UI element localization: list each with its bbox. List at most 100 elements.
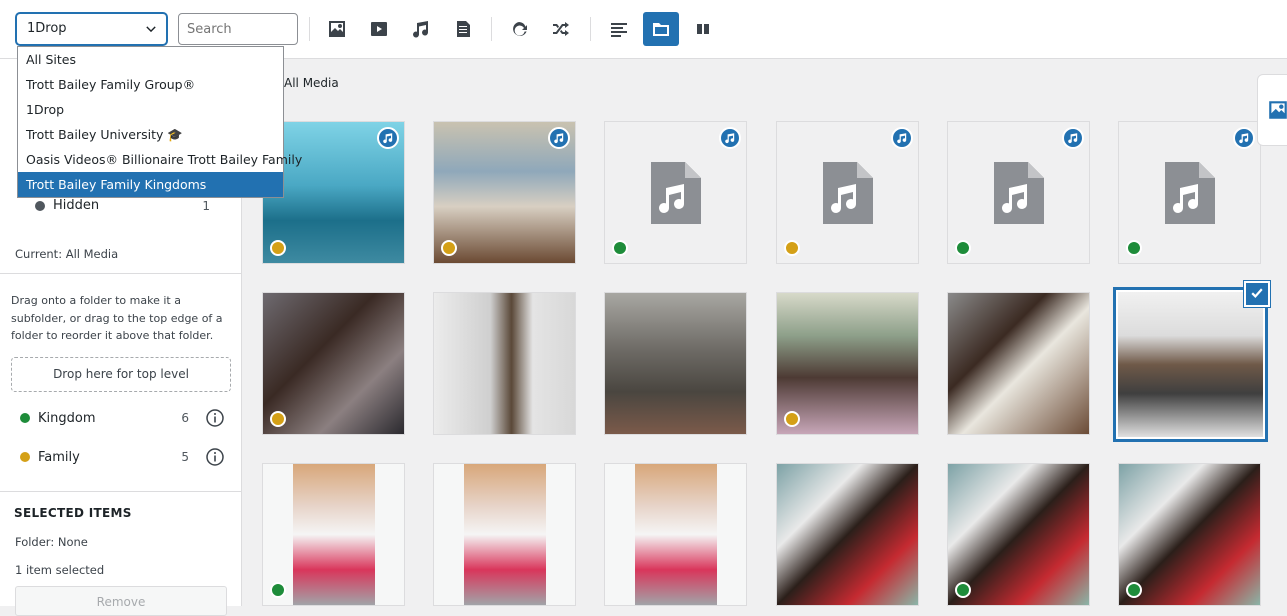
filter-documents-button[interactable] [445,12,481,46]
music-note-icon [377,127,399,149]
refresh-button[interactable] [501,12,537,46]
folder-count: 5 [181,450,189,464]
thumbnail-image [777,293,918,434]
folder-item-family[interactable]: Family 5 [20,445,225,469]
thumbnail-image [777,464,918,605]
status-dot [270,411,286,427]
site-option[interactable]: Trott Bailey Family Group® [18,72,283,97]
music-note-icon [1233,127,1255,149]
site-option[interactable]: Trott Bailey Family Kingdoms [18,172,283,197]
status-dot [270,240,286,256]
document-icon [457,21,470,37]
media-tile-image[interactable] [433,463,576,606]
columns-icon [697,24,709,34]
site-option[interactable]: 1Drop [18,97,283,122]
thumbnail-image [1118,292,1263,437]
media-tile-image[interactable] [1113,287,1268,442]
media-tile-image[interactable] [776,463,919,606]
folder-count: 1 [202,198,210,213]
music-note-icon [719,127,741,149]
toolbar-divider [590,17,591,41]
media-tile-audio[interactable] [1118,121,1261,264]
music-note-icon [413,21,429,38]
media-panel-tab[interactable] [1257,74,1287,146]
image-icon [1269,101,1287,119]
filter-audio-button[interactable] [403,12,439,46]
divider [0,273,241,274]
status-dot [955,240,971,256]
status-dot [784,411,800,427]
site-select[interactable]: 1Drop [16,13,167,45]
thumbnail-image [464,464,546,605]
status-dot [441,240,457,256]
selected-count: 1 item selected [15,563,105,577]
music-note-icon [548,127,570,149]
media-tile-image[interactable] [947,292,1090,435]
site-option[interactable]: All Sites [18,47,283,72]
folder-count: 6 [181,411,189,425]
site-option[interactable]: Trott Bailey University 🎓 [18,122,283,147]
video-icon [371,22,387,36]
info-icon[interactable] [205,447,225,467]
list-view-button[interactable] [601,12,637,46]
media-tile-image[interactable] [604,292,747,435]
media-tile-audio[interactable] [776,121,919,264]
toolbar-divider [491,17,492,41]
thumbnail-image [948,293,1089,434]
folder-item-kingdom[interactable]: Kingdom 6 [20,406,225,430]
music-note-icon [891,127,913,149]
selected-folder: Folder: None [15,535,88,549]
music-note-icon [1062,127,1084,149]
breadcrumb: All Media [284,76,339,90]
status-dot [612,240,628,256]
status-dot [270,582,286,598]
folder-view-button[interactable] [643,12,679,46]
audio-file-icon [994,162,1044,224]
media-tile-image[interactable] [262,463,405,606]
thumbnail-image [1119,464,1260,605]
remove-button[interactable]: Remove [15,586,227,616]
media-tile-audio[interactable] [947,121,1090,264]
site-select-value: 1Drop [27,21,67,36]
refresh-icon [513,22,527,36]
media-tile-image[interactable] [433,292,576,435]
search-input[interactable] [178,13,298,45]
top-level-drop-zone[interactable]: Drop here for top level [11,357,231,392]
selected-items-title: SELECTED ITEMS [14,506,132,520]
folder-name: Family [38,449,80,465]
media-tile-image[interactable] [604,463,747,606]
filter-images-button[interactable] [319,12,355,46]
selected-check-icon[interactable] [1244,281,1270,307]
toolbar-divider [309,17,310,41]
chevron-down-icon [146,26,156,33]
media-tile-image[interactable] [262,292,405,435]
folder-item-hidden[interactable]: Hidden 1 [35,198,210,213]
columns-view-button[interactable] [685,12,721,46]
folder-color-dot [20,452,30,462]
media-tile-image[interactable] [1118,463,1261,606]
thumbnail-image [293,464,375,605]
thumbnail-image [948,464,1089,605]
thumbnail-image [434,293,575,434]
status-dot [955,582,971,598]
site-dropdown-list: All Sites Trott Bailey Family Group® 1Drop… [17,46,302,198]
info-icon[interactable] [205,408,225,428]
media-tile-audio[interactable] [604,121,747,264]
drag-help-text: Drag onto a folder to make it a subfolde… [11,294,223,342]
audio-file-icon [651,162,701,224]
thumbnail-image [263,293,404,434]
thumbnail-image [605,293,746,434]
media-tile-image[interactable] [947,463,1090,606]
media-tile-image[interactable] [433,121,576,264]
image-icon [329,21,345,37]
site-option[interactable]: Oasis Videos® Billionaire Trott Bailey F… [18,147,302,172]
status-dot [1126,582,1142,598]
divider [0,491,241,492]
folder-color-dot [20,413,30,423]
shuffle-button[interactable] [543,12,579,46]
folder-name: Kingdom [38,410,96,426]
media-tile-image[interactable] [776,292,919,435]
status-dot [784,240,800,256]
audio-file-icon [1165,162,1215,224]
filter-video-button[interactable] [361,12,397,46]
